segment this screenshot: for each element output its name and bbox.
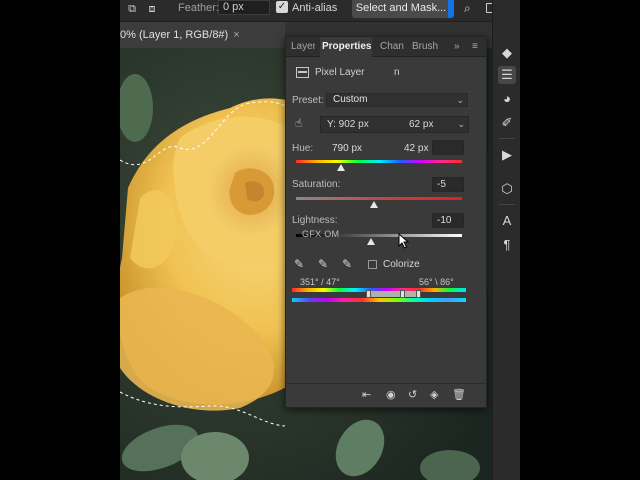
tab-layers[interactable]: Layer: [291, 37, 315, 57]
hue-px-readout-2: 42 px: [404, 143, 429, 154]
selection-mode-add-icon[interactable]: ⧈: [146, 3, 158, 15]
mouse-cursor-icon: [398, 233, 410, 249]
adjustments-icon[interactable]: ☰: [498, 66, 516, 84]
tab-brush[interactable]: Brush: [412, 37, 442, 57]
3d-box-icon[interactable]: ⬡: [498, 180, 516, 198]
color-range-mid-knob[interactable]: [400, 290, 405, 298]
lightness-slider-thumb[interactable]: [366, 238, 375, 245]
channel-second-value: 62 px: [409, 119, 434, 130]
hue-slider-track[interactable]: [296, 160, 462, 163]
targeted-adjustment-hand-icon[interactable]: ☝: [295, 116, 302, 130]
character-icon[interactable]: A: [498, 212, 516, 230]
chevron-down-icon: ⌄: [456, 95, 464, 105]
feather-input[interactable]: 0 px: [218, 0, 270, 15]
saturation-value-input[interactable]: -5: [432, 177, 464, 192]
clip-to-layer-icon[interactable]: ⇤: [362, 388, 371, 402]
colorize-label: Colorize: [383, 259, 420, 270]
view-previous-icon[interactable]: ◉: [386, 388, 396, 402]
eyedropper-icon[interactable]: ✎: [294, 257, 304, 271]
antialias-label: Anti-alias: [292, 2, 338, 14]
play-icon[interactable]: ▶: [498, 146, 516, 164]
toolbar-divider: [499, 204, 515, 205]
eyedropper-subtract-icon[interactable]: ✎: [342, 257, 352, 271]
eyedropper-add-icon[interactable]: ✎: [318, 257, 328, 271]
hue-value-input[interactable]: [432, 140, 464, 155]
options-bar: ⧉ ⧈ Feather: 0 px ✓ Anti-alias Select an…: [120, 0, 520, 22]
lightness-value-input[interactable]: -10: [432, 213, 464, 228]
visibility-icon[interactable]: ◈: [430, 388, 438, 402]
channel-y-value: Y: 902 px: [327, 119, 369, 130]
photoshop-window: ⧉ ⧈ Feather: 0 px ✓ Anti-alias Select an…: [120, 0, 520, 480]
range-degrees-left: 351° / 47°: [300, 277, 340, 287]
pixel-layer-icon: [296, 67, 309, 78]
panel-tabs: Layer Properties Chan Brush » ≡: [286, 37, 486, 57]
hue-px-readout-1: 790 px: [332, 143, 363, 154]
antialias-checkbox[interactable]: ✓: [276, 1, 288, 13]
range-degrees-right: 56° \ 86°: [419, 277, 454, 287]
channel-select[interactable]: Y: 902 px 62 px ⌄: [320, 116, 469, 133]
preset-value: Custom: [333, 94, 368, 105]
lightness-label: Lightness:: [292, 215, 338, 226]
color-range-left-knob[interactable]: [366, 290, 371, 298]
brush-settings-icon[interactable]: ✐: [498, 114, 516, 132]
pixel-layer-label: Pixel Layer: [315, 67, 365, 78]
document-tab[interactable]: 0% (Layer 1, RGB/8#) ×: [120, 22, 285, 48]
feather-label: Feather:: [178, 2, 219, 14]
color-range-slider[interactable]: [370, 291, 418, 297]
tab-properties[interactable]: Properties: [320, 37, 372, 57]
saturation-slider-track[interactable]: [296, 197, 462, 200]
search-icon[interactable]: ⌕: [464, 1, 471, 15]
color-range-right-knob[interactable]: [416, 290, 421, 298]
saturation-slider-thumb[interactable]: [370, 201, 379, 208]
right-panel-toolbar: ◆ ☰ ◕ ✐ ▶ ⬡ A ¶: [492, 0, 520, 480]
hue-label: Hue:: [292, 143, 314, 154]
document-tab-title: 0% (Layer 1, RGB/8#): [120, 29, 229, 41]
chevron-down-icon: ⌄: [457, 119, 465, 129]
hue-slider-thumb[interactable]: [336, 164, 345, 171]
saturation-label: Saturation:: [292, 179, 341, 190]
panel-overflow-icon[interactable]: »: [454, 40, 460, 54]
tab-channels[interactable]: Chan: [380, 37, 406, 57]
properties-panel: Layer Properties Chan Brush » ≡ Pixel La…: [285, 36, 487, 408]
panel-menu-icon[interactable]: ≡: [472, 40, 478, 54]
selection-mode-new-icon[interactable]: ⧉: [126, 3, 138, 15]
watermark-text: GFX OM: [302, 229, 340, 239]
select-and-mask-button[interactable]: Select and Mask...: [352, 0, 450, 18]
preset-select[interactable]: Custom ⌄: [326, 93, 468, 107]
delete-icon[interactable]: 🗑: [452, 388, 466, 402]
toolbar-divider: [499, 138, 515, 139]
layers-icon[interactable]: ◆: [498, 44, 516, 62]
output-color-bar: [292, 298, 466, 302]
colorize-checkbox[interactable]: [368, 260, 377, 269]
paragraph-icon[interactable]: ¶: [498, 236, 516, 254]
color-icon[interactable]: ◕: [498, 90, 516, 108]
select-and-mask-highlight: [448, 0, 454, 18]
panel-footer: ⇤ ◉ ↺ ◈ 🗑: [286, 383, 486, 407]
reset-icon[interactable]: ↺: [408, 388, 417, 402]
close-icon[interactable]: ×: [233, 29, 239, 41]
preset-label: Preset:: [292, 95, 324, 106]
pixel-layer-extra: n: [394, 67, 400, 78]
